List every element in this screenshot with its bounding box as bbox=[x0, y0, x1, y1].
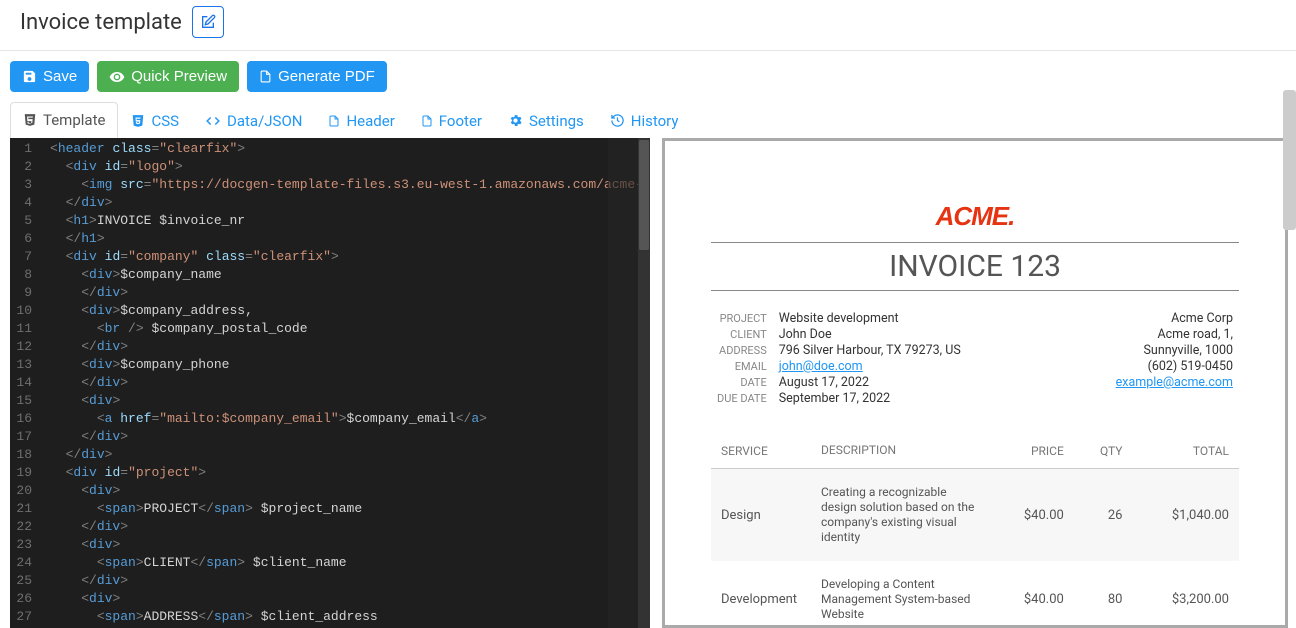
file-icon bbox=[259, 69, 272, 84]
tab-css-label: CSS bbox=[151, 112, 179, 130]
tab-css[interactable]: CSS bbox=[118, 102, 192, 138]
tab-template[interactable]: Template bbox=[10, 102, 118, 138]
file-icon bbox=[328, 114, 340, 128]
page-title: Invoice template bbox=[20, 10, 182, 35]
tab-history-label: History bbox=[631, 112, 679, 130]
tab-header-label: Header bbox=[346, 112, 394, 130]
tab-settings-label: Settings bbox=[529, 112, 584, 130]
table-row: DesignCreating a recognizable design sol… bbox=[711, 469, 1239, 562]
save-label: Save bbox=[43, 68, 77, 85]
table-row: DevelopmentDeveloping a Content Manageme… bbox=[711, 561, 1239, 628]
eye-icon bbox=[109, 69, 125, 85]
pdf-label: Generate PDF bbox=[278, 68, 375, 85]
tab-template-label: Template bbox=[43, 111, 105, 129]
client-email-link[interactable]: john@doe.com bbox=[779, 359, 863, 374]
editor-scrollbar[interactable] bbox=[638, 138, 650, 628]
pencil-icon bbox=[200, 14, 216, 30]
info-labels: PROJECT CLIENT ADDRESS EMAIL DATE DUE DA… bbox=[717, 311, 779, 407]
code-icon bbox=[205, 114, 221, 128]
page-scroll-thumb[interactable] bbox=[1283, 90, 1296, 230]
history-icon bbox=[610, 113, 625, 128]
generate-pdf-button[interactable]: Generate PDF bbox=[247, 61, 387, 92]
preview-label: Quick Preview bbox=[131, 68, 227, 85]
save-button[interactable]: Save bbox=[10, 61, 89, 92]
file-icon bbox=[421, 114, 433, 128]
acme-logo: ACME bbox=[711, 201, 1239, 243]
tab-settings[interactable]: Settings bbox=[495, 102, 597, 138]
page-scrollbar[interactable] bbox=[1282, 90, 1296, 610]
tab-data[interactable]: Data/JSON bbox=[192, 102, 315, 138]
edit-title-button[interactable] bbox=[192, 6, 224, 38]
css-icon bbox=[131, 114, 145, 128]
tab-header[interactable]: Header bbox=[315, 102, 407, 138]
code-editor[interactable]: 1<header class="clearfix">2 <div id="log… bbox=[10, 138, 650, 628]
invoice-table: SERVICE DESCRIPTION PRICE QTY TOTAL Desi… bbox=[711, 433, 1239, 628]
preview-button[interactable]: Quick Preview bbox=[97, 61, 239, 92]
company-email-link[interactable]: example@acme.com bbox=[1116, 375, 1233, 390]
tab-history[interactable]: History bbox=[597, 102, 692, 138]
html-icon bbox=[23, 113, 37, 127]
info-values: Website development John Doe 796 Silver … bbox=[779, 311, 961, 407]
tab-footer-label: Footer bbox=[439, 112, 482, 130]
scroll-thumb[interactable] bbox=[639, 140, 649, 250]
minimap[interactable] bbox=[608, 138, 638, 628]
save-icon bbox=[22, 69, 37, 84]
gear-icon bbox=[508, 113, 523, 128]
tab-data-label: Data/JSON bbox=[227, 112, 302, 130]
preview-panel: ACME INVOICE 123 PROJECT CLIENT ADDRESS … bbox=[662, 138, 1288, 628]
company-info: Acme Corp Acme road, 1, Sunnyville, 1000… bbox=[1116, 311, 1233, 407]
invoice-title: INVOICE 123 bbox=[711, 249, 1239, 291]
tab-footer[interactable]: Footer bbox=[408, 102, 495, 138]
